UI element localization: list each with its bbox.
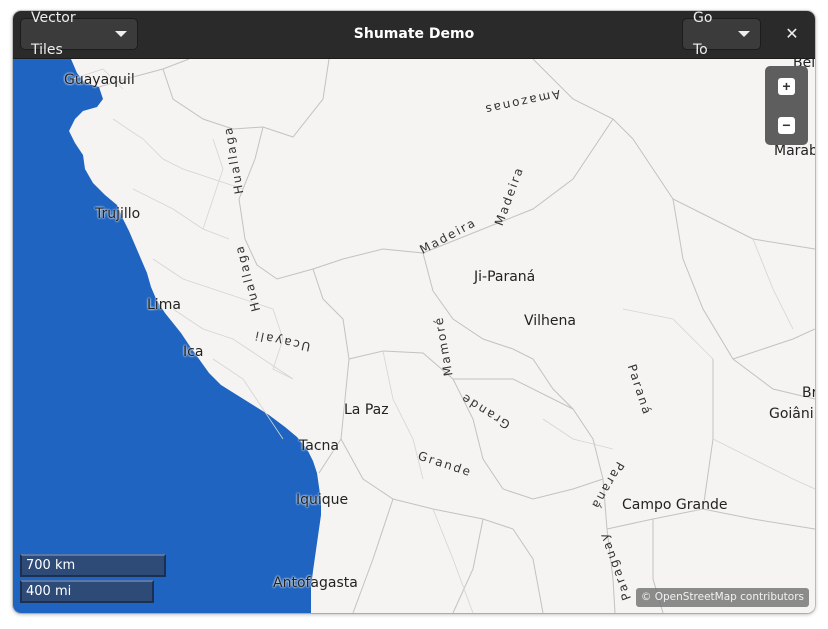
app-window: Vector Tiles Shumate Demo Go To ✕ Guayaq… — [13, 11, 815, 613]
chevron-down-icon — [738, 31, 750, 37]
map-canvas — [13, 59, 815, 613]
city-label: Ji-Paraná — [474, 269, 536, 285]
city-label: Vilhena — [524, 313, 576, 329]
scale-bar-km: 700 km — [20, 554, 166, 577]
goto-dropdown-label: Go To — [693, 11, 713, 58]
map-attribution[interactable]: © OpenStreetMap contributors — [635, 588, 809, 607]
zoom-in-button[interactable]: + — [778, 78, 795, 95]
zoom-out-button[interactable]: − — [778, 117, 795, 134]
city-label: Iquique — [296, 492, 349, 508]
scale-bar-mi: 400 mi — [20, 580, 154, 603]
city-label: Campo Grande — [622, 497, 728, 513]
city-label: Tacna — [299, 438, 339, 454]
minus-icon: − — [782, 117, 791, 133]
city-label: Antofagasta — [273, 575, 358, 591]
close-button[interactable]: ✕ — [779, 22, 805, 48]
city-label: Trujillo — [95, 206, 141, 222]
city-label: Lima — [147, 297, 181, 313]
close-icon: ✕ — [785, 26, 799, 43]
zoom-controls: + − — [765, 66, 808, 145]
city-label: La Paz — [344, 402, 389, 418]
city-label: Br — [802, 385, 815, 401]
map-view[interactable]: Guayaquil Trujillo Lima Ica La Paz Tacna… — [13, 59, 815, 613]
plus-icon: + — [782, 78, 791, 94]
city-label: Guayaquil — [64, 72, 135, 88]
city-label: Ica — [183, 344, 204, 360]
goto-dropdown-button[interactable]: Go To — [682, 11, 761, 58]
headerbar: Vector Tiles Shumate Demo Go To ✕ — [13, 11, 815, 59]
city-label: Goiâni — [769, 406, 814, 422]
city-label: Marab — [774, 143, 815, 159]
